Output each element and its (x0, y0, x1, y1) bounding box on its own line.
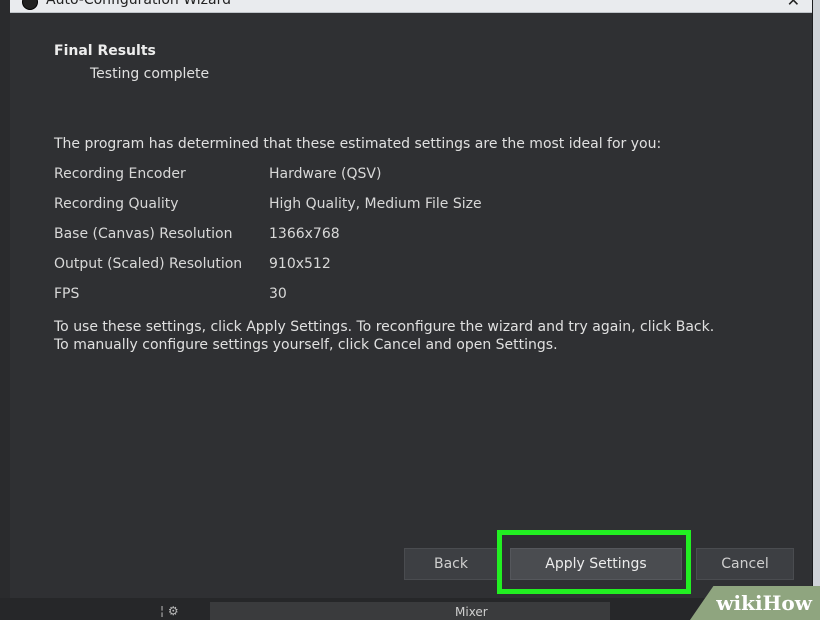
back-button[interactable]: Back (404, 548, 498, 580)
desktop-left-strip (0, 0, 10, 620)
highlight-box (497, 530, 691, 594)
window-title: Auto-Configuration Wizard (46, 0, 231, 8)
instruction-line: To manually configure settings yourself,… (54, 337, 558, 353)
setting-label: Output (Scaled) Resolution (54, 256, 243, 272)
mixer-dock-label: Mixer (455, 605, 488, 619)
mixer-dock (210, 602, 610, 620)
setting-value: Hardware (QSV) (269, 166, 382, 182)
desktop-right-strip (812, 0, 820, 620)
cancel-button[interactable]: Cancel (696, 548, 794, 580)
app-icon (22, 0, 38, 10)
setting-value: 1366x768 (269, 226, 340, 242)
wizard-dialog: Auto-Configuration Wizard ✕ Final Result… (10, 0, 813, 598)
title-bar: Auto-Configuration Wizard ✕ (10, 0, 812, 13)
setting-label: FPS (54, 286, 80, 302)
setting-label: Base (Canvas) Resolution (54, 226, 233, 242)
intro-text: The program has determined that these es… (54, 136, 662, 152)
dock-controls: ¦ ⚙ (160, 604, 179, 618)
instruction-line: To use these settings, click Apply Setti… (54, 319, 715, 335)
page-title: Final Results (54, 43, 156, 59)
close-icon[interactable]: ✕ (787, 0, 800, 10)
setting-value: High Quality, Medium File Size (269, 196, 482, 212)
setting-value: 30 (269, 286, 287, 302)
setting-label: Recording Encoder (54, 166, 186, 182)
page-subtitle: Testing complete (90, 66, 210, 82)
setting-label: Recording Quality (54, 196, 179, 212)
instructions: To use these settings, click Apply Setti… (54, 318, 714, 354)
setting-value: 910x512 (269, 256, 331, 272)
